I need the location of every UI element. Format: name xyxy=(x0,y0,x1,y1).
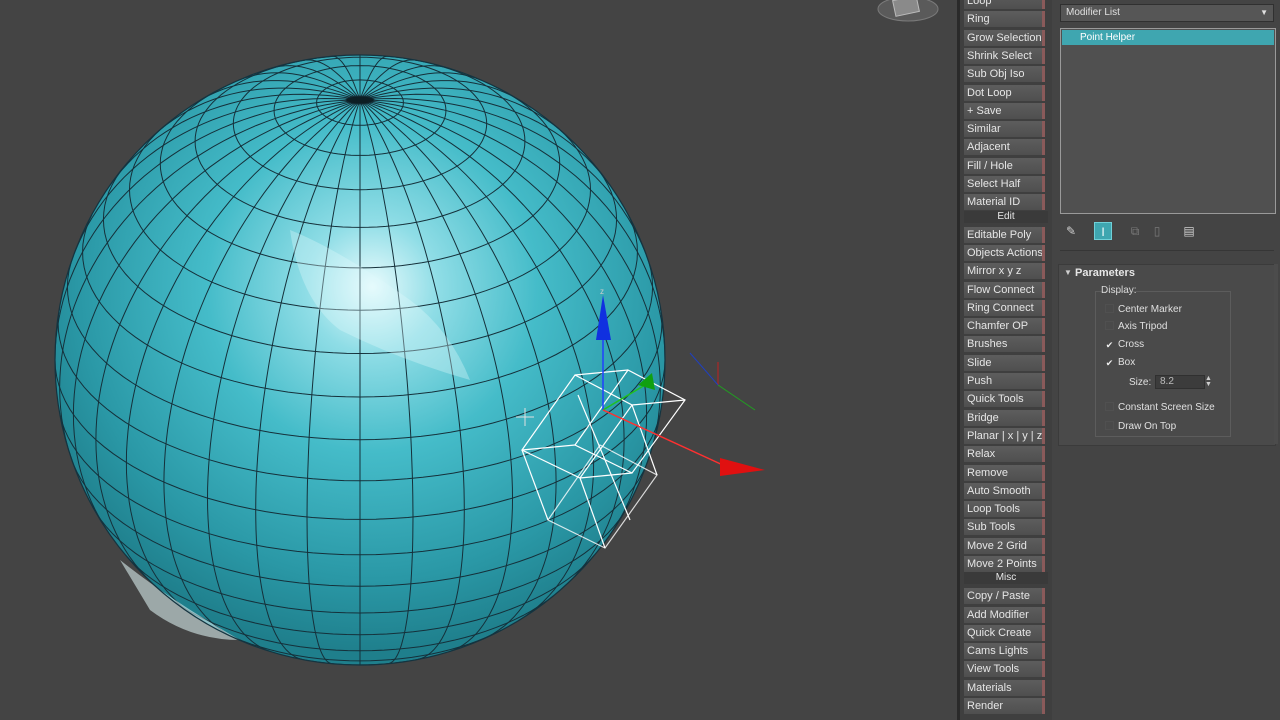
toolbar-button-fill-hole[interactable]: Fill / Hole xyxy=(964,158,1045,174)
box-checkbox[interactable]: ✔ Box xyxy=(1105,356,1136,370)
toolbar-section-misc: Misc xyxy=(964,572,1048,584)
toolbar-button-flow-connect[interactable]: Flow Connect xyxy=(964,282,1045,298)
rollout-collapse-icon[interactable]: ▼ xyxy=(1064,268,1072,277)
toolbar-button-copy-paste[interactable]: Copy / Paste xyxy=(964,588,1045,604)
checkmark-icon[interactable]: ✔ xyxy=(1105,341,1114,350)
pin-stack-icon[interactable]: ✎ xyxy=(1062,222,1080,240)
toolbar-button-add-modifier[interactable]: Add Modifier xyxy=(964,607,1045,623)
toolbar-button-remove[interactable]: Remove xyxy=(964,465,1045,481)
sphere-pole xyxy=(345,95,375,105)
toolbar-button-dot-loop[interactable]: Dot Loop xyxy=(964,85,1045,101)
toolbar-button-auto-smooth[interactable]: Auto Smooth xyxy=(964,483,1045,499)
toolbar-section-edit: Edit xyxy=(964,211,1048,223)
center-marker-checkbox[interactable]: Center Marker xyxy=(1105,303,1182,317)
make-unique-icon[interactable]: ⧉ xyxy=(1126,222,1144,240)
toolbar-button-move-2-grid[interactable]: Move 2 Grid xyxy=(964,538,1045,554)
toolbar-button-adjacent[interactable]: Adjacent xyxy=(964,139,1045,155)
toolbar-button-bridge[interactable]: Bridge xyxy=(964,410,1045,426)
toolbar-button-view-tools[interactable]: View Tools xyxy=(964,661,1045,677)
toolbar-button-grow-selection[interactable]: Grow Selection xyxy=(964,30,1045,46)
chevron-down-icon: ▼ xyxy=(1260,8,1268,17)
remove-modifier-icon[interactable]: ▯ xyxy=(1148,222,1166,240)
toolbar-button-select-half[interactable]: Select Half xyxy=(964,176,1045,192)
checkbox-unchecked[interactable] xyxy=(1105,321,1114,330)
sphere-mesh[interactable] xyxy=(54,54,666,666)
spinner-arrows-icon[interactable]: ▲ ▼ xyxy=(1205,375,1212,388)
modifier-list-dropdown[interactable]: Modifier List ▼ xyxy=(1060,4,1274,22)
toolbar-button-mirror-x-y-z[interactable]: Mirror x y z xyxy=(964,263,1045,279)
toolbar-button-sub-tools[interactable]: Sub Tools xyxy=(964,519,1045,535)
toolbar-button-materials[interactable]: Materials xyxy=(964,680,1045,696)
toolbar-button-loop-tools[interactable]: Loop Tools xyxy=(964,501,1045,517)
show-end-result-icon[interactable]: I xyxy=(1094,222,1112,240)
viewport-perspective[interactable]: z xyxy=(0,0,957,720)
toolbar-button-planar-x-y-z[interactable]: Planar | x | y | z xyxy=(964,428,1045,444)
toolbar-button-editable-poly[interactable]: Editable Poly xyxy=(964,227,1045,243)
toolbar-button-ring[interactable]: Ring xyxy=(964,11,1045,27)
toolbar-button-brushes[interactable]: Brushes xyxy=(964,336,1045,352)
custom-toolbar: Loop Ring Grow Selection Shrink Select Sub O… xyxy=(960,0,1052,720)
toolbar-button-save[interactable]: + Save xyxy=(964,103,1045,119)
modifier-list-label: Modifier List xyxy=(1066,7,1120,18)
cross-checkbox[interactable]: ✔ Cross xyxy=(1105,338,1144,352)
size-spinner-input[interactable]: 8.2 xyxy=(1155,375,1205,389)
toolbar-button-slide[interactable]: Slide xyxy=(964,355,1045,371)
toolbar-button-objects-actions[interactable]: Objects Actions xyxy=(964,245,1045,261)
toolbar-button-push[interactable]: Push xyxy=(964,373,1045,389)
toolbar-button-quick-tools[interactable]: Quick Tools xyxy=(964,391,1045,407)
toolbar-button-relax[interactable]: Relax xyxy=(964,446,1045,462)
toolbar-button-similar[interactable]: Similar xyxy=(964,121,1045,137)
size-label: Size: xyxy=(1129,377,1152,388)
command-panel-scrollbar[interactable] xyxy=(1274,264,1278,444)
checkbox-unchecked[interactable] xyxy=(1105,304,1114,313)
checkbox-unchecked[interactable] xyxy=(1105,402,1114,411)
world-axis-tripod xyxy=(689,352,756,411)
toolbar-button-chamfer-op[interactable]: Chamfer OP xyxy=(964,318,1045,334)
toolbar-button-shrink-select[interactable]: Shrink Select xyxy=(964,48,1045,64)
toolbar-button-material-id[interactable]: Material ID xyxy=(964,194,1045,210)
svg-text:z: z xyxy=(600,287,604,296)
viewcube-icon[interactable] xyxy=(877,0,939,22)
parameters-title[interactable]: Parameters xyxy=(1075,267,1135,279)
toolbar-button-quick-create[interactable]: Quick Create xyxy=(964,625,1045,641)
constant-screen-size-checkbox[interactable]: Constant Screen Size xyxy=(1105,401,1215,415)
checkmark-icon[interactable]: ✔ xyxy=(1105,359,1114,368)
toolbar-button-render[interactable]: Render xyxy=(964,698,1045,714)
toolbar-button-loop[interactable]: Loop xyxy=(964,0,1045,9)
command-panel: Modifier List ▼ Point Helper ✎ I ⧉ ▯ ▤ ▼… xyxy=(1052,0,1280,720)
parameters-rollout: ▼ Parameters Display: Center Marker Axis… xyxy=(1058,264,1276,446)
display-label: Display: xyxy=(1101,285,1137,296)
axis-tripod-checkbox[interactable]: Axis Tripod xyxy=(1105,320,1167,334)
stack-controls: ✎ I ⧉ ▯ ▤ xyxy=(1060,220,1274,242)
panel-divider xyxy=(1060,250,1274,251)
modifier-stack[interactable]: Point Helper xyxy=(1060,28,1276,214)
checkbox-unchecked[interactable] xyxy=(1105,421,1114,430)
configure-modifier-sets-icon[interactable]: ▤ xyxy=(1180,222,1198,240)
toolbar-button-cams-lights[interactable]: Cams Lights xyxy=(964,643,1045,659)
viewport-canvas[interactable]: z xyxy=(0,0,957,720)
toolbar-button-ring-connect[interactable]: Ring Connect xyxy=(964,300,1045,316)
toolbar-button-move-2-points[interactable]: Move 2 Points xyxy=(964,556,1045,572)
toolbar-button-sub-obj-iso[interactable]: Sub Obj Iso xyxy=(964,66,1045,82)
stack-item-point-helper[interactable]: Point Helper xyxy=(1062,30,1274,45)
draw-on-top-checkbox[interactable]: Draw On Top xyxy=(1105,420,1176,434)
